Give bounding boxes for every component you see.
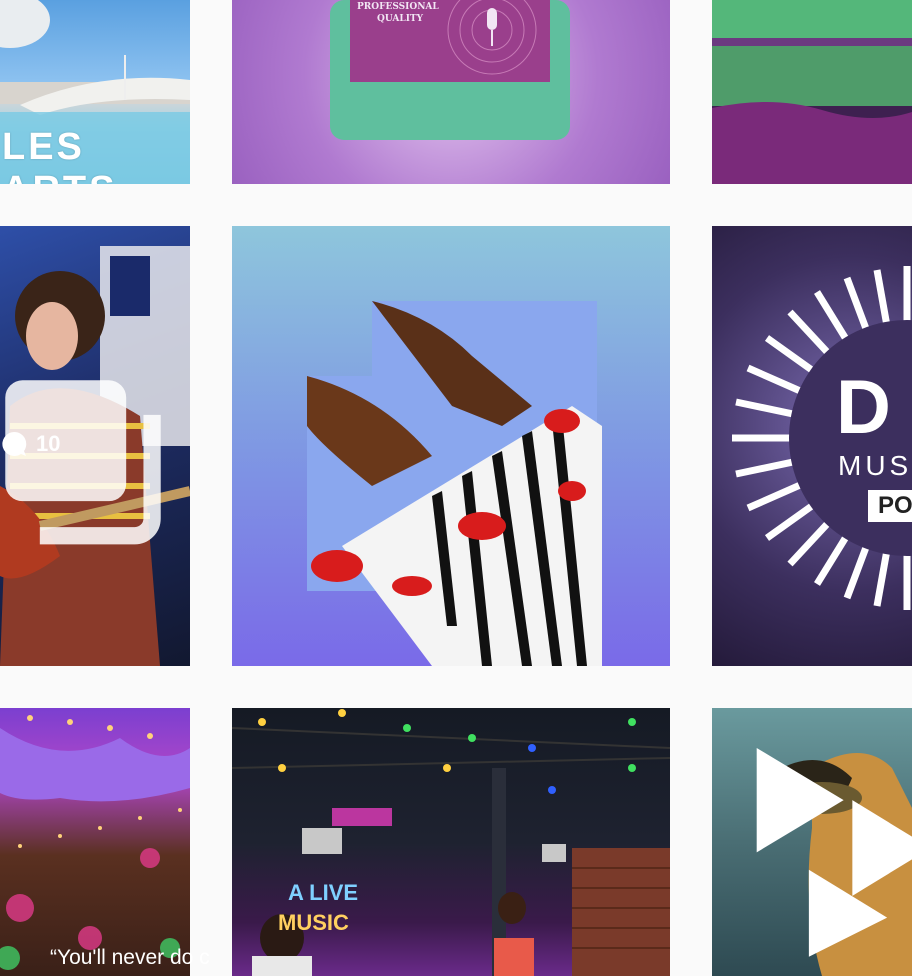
arrow-left-icon — [840, 498, 912, 666]
post-7-image — [0, 715, 190, 970]
post-tile-3[interactable] — [712, 0, 912, 184]
post-5-image — [307, 301, 602, 666]
post-1-overlay-text: LES ARTS — [2, 126, 114, 184]
post-tile-8[interactable]: A LIVE MUSIC — [232, 708, 670, 976]
post-tile-2[interactable]: PROFESSIONAL QUALITY — [232, 0, 670, 184]
post-8-sign-line-2: MUSIC — [278, 910, 349, 935]
post-9-quote: “You'll never do c — [50, 946, 210, 969]
post-2-label-line-1: PROFESSIONAL — [357, 2, 439, 12]
post-4-comment-count: 10 — [36, 431, 61, 456]
post-2-image — [330, 0, 570, 140]
post-tile-7[interactable] — [0, 708, 190, 976]
post-tile-9[interactable] — [712, 708, 912, 976]
post-2-label-line-2: QUALITY — [377, 14, 424, 24]
post-3-image — [712, 0, 912, 184]
comment-bubble-icon — [2, 431, 27, 456]
post-6-tag: PO — [868, 490, 912, 522]
post-6-word: MUS — [838, 450, 912, 481]
play-logo-icon — [756, 748, 912, 957]
post-tile-5[interactable] — [232, 226, 670, 666]
post-6-letter: D — [836, 365, 891, 450]
post-tile-1[interactable]: LES ARTS — [0, 0, 190, 184]
post-tile-4[interactable]: 10 — [0, 226, 190, 666]
post-4-comments-overlay: 10 — [0, 430, 60, 458]
post-8-sign-line-1: A LIVE — [288, 880, 359, 905]
